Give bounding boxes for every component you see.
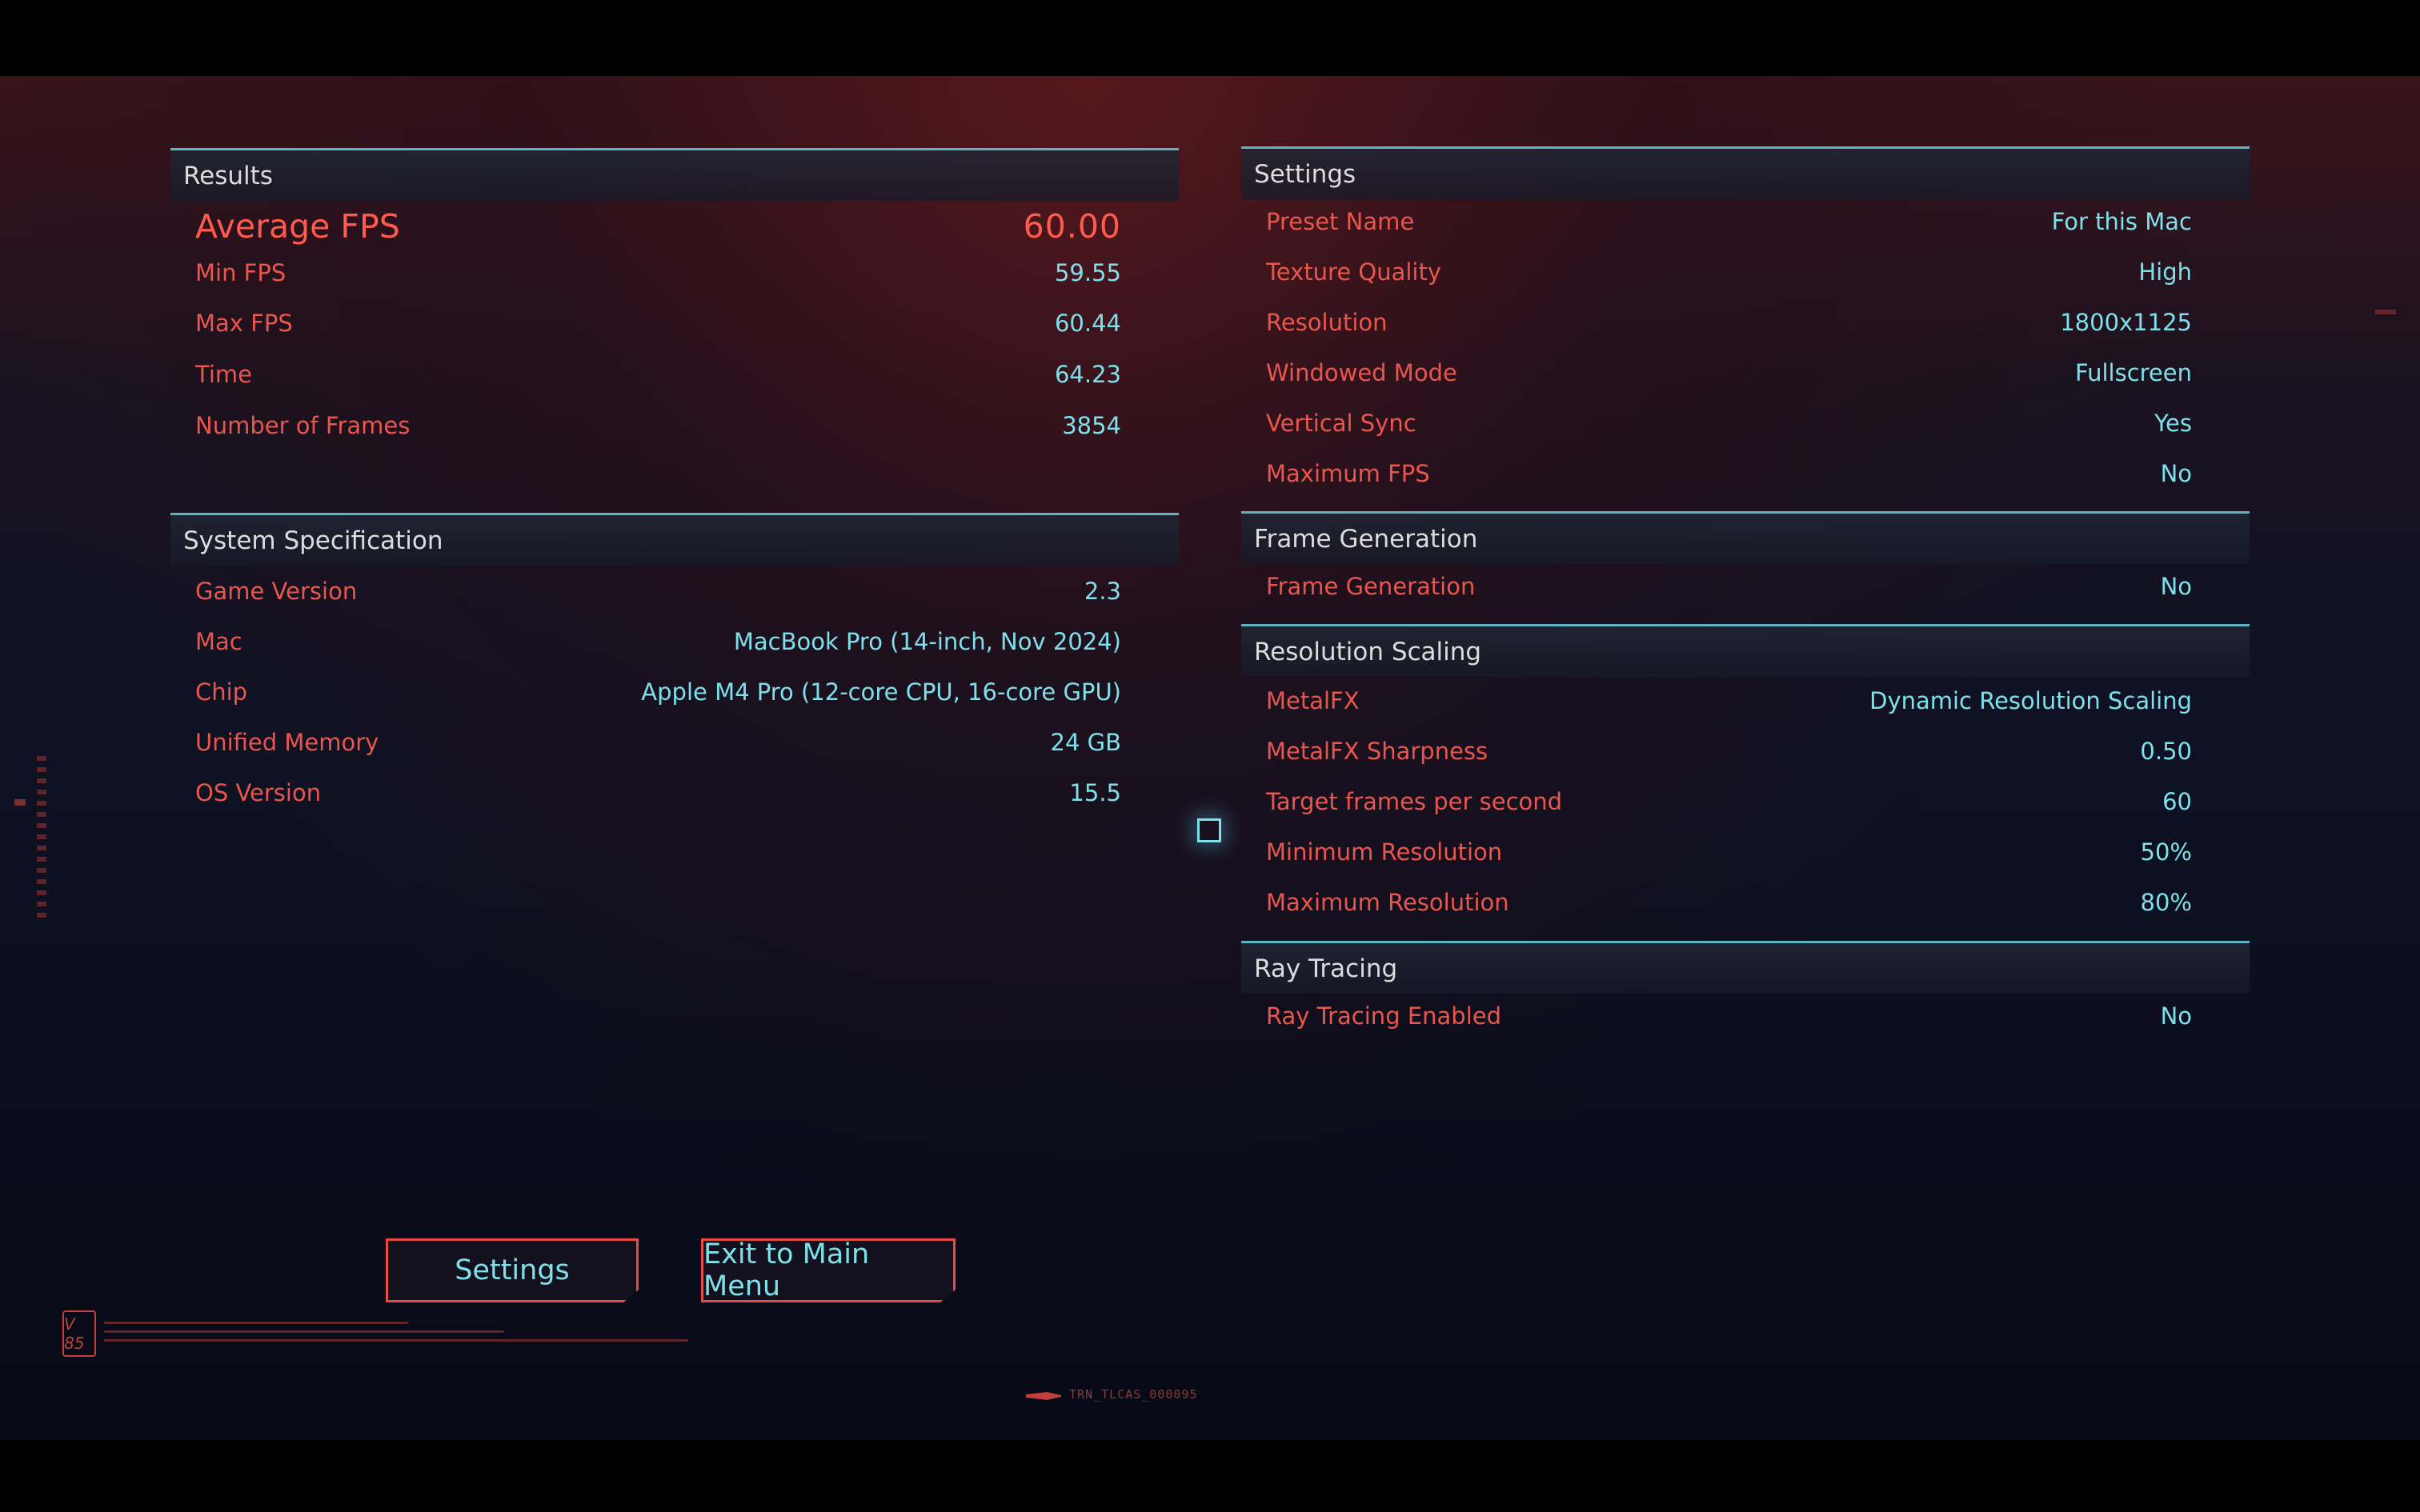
resolution-scaling-row-value: 50%: [2140, 838, 2192, 866]
exit-to-main-menu-button[interactable]: Exit to Main Menu: [701, 1238, 956, 1302]
settings-row-value: For this Mac: [2051, 208, 2192, 235]
resolution-scaling-header-label: Resolution Scaling: [1254, 637, 1482, 666]
results-row-label: Number of Frames: [195, 412, 411, 439]
ray-tracing-row-value: No: [2160, 1002, 2192, 1030]
results-row-value: 59.55: [1054, 259, 1121, 286]
resolution-scaling-row-label: MetalFX: [1266, 687, 1360, 714]
ray-tracing-row-label: Ray Tracing Enabled: [1266, 1002, 1502, 1030]
resolution-scaling-row-label: Minimum Resolution: [1266, 838, 1503, 866]
version-badge-text: V 85: [64, 1314, 85, 1353]
settings-row-label: Windowed Mode: [1266, 359, 1457, 386]
settings-row: Preset Name For this Mac: [1241, 198, 2250, 246]
settings-row: Vertical Sync Yes: [1241, 399, 2250, 447]
system-row-value: 24 GB: [1050, 729, 1122, 756]
results-row-label: Min FPS: [195, 259, 286, 286]
average-fps-label: Average FPS: [195, 207, 400, 246]
resolution-scaling-row-value: 80%: [2140, 889, 2192, 916]
settings-header: Settings: [1241, 146, 2250, 199]
frame-generation-row-value: No: [2160, 573, 2192, 600]
system-row-value: 15.5: [1069, 779, 1121, 806]
frame-generation-row: Frame Generation No: [1241, 562, 2250, 610]
settings-row-label: Vertical Sync: [1266, 410, 1416, 437]
resolution-scaling-row: MetalFX Sharpness 0.50: [1241, 727, 2250, 775]
results-header: Results: [170, 148, 1179, 201]
average-fps-row: Average FPS 60.00: [170, 202, 1179, 250]
system-row-label: Chip: [195, 678, 248, 706]
settings-row: Windowed Mode Fullscreen: [1241, 349, 2250, 397]
resolution-scaling-row-value: 0.50: [2140, 738, 2192, 765]
settings-row-value: High: [2138, 258, 2192, 286]
results-row: Time 64.23: [170, 350, 1179, 398]
system-row: Mac MacBook Pro (14-inch, Nov 2024): [170, 618, 1179, 666]
resolution-scaling-row: Target frames per second 60: [1241, 778, 2250, 826]
frame-generation-header-label: Frame Generation: [1254, 524, 1478, 554]
resolution-scaling-row-value: Dynamic Resolution Scaling: [1869, 687, 2192, 714]
system-row-value: MacBook Pro (14-inch, Nov 2024): [733, 628, 1121, 655]
resolution-scaling-header: Resolution Scaling: [1241, 624, 2250, 677]
resolution-scaling-row-label: Maximum Resolution: [1266, 889, 1509, 916]
results-row-label: Max FPS: [195, 310, 293, 337]
system-spec-header-label: System Specification: [183, 526, 443, 555]
settings-row: Texture Quality High: [1241, 248, 2250, 296]
results-row: Min FPS 59.55: [170, 249, 1179, 297]
system-row-value: Apple M4 Pro (12-core CPU, 16-core GPU): [641, 678, 1121, 706]
cursor-focus-square: [1197, 818, 1221, 842]
ray-tracing-row: Ray Tracing Enabled No: [1241, 992, 2250, 1040]
settings-row-label: Texture Quality: [1266, 258, 1442, 286]
results-row: Number of Frames 3854: [170, 402, 1179, 450]
right-panel: Settings Preset Name For this Mac Textur…: [1241, 146, 2250, 1146]
frame-generation-row-label: Frame Generation: [1266, 573, 1476, 600]
bottom-letterbox: [0, 1440, 2420, 1512]
frame-generation-header: Frame Generation: [1241, 511, 2250, 564]
results-row: Max FPS 60.44: [170, 299, 1179, 347]
side-decoration-tick: [14, 799, 26, 806]
settings-button[interactable]: Settings: [386, 1238, 639, 1302]
resolution-scaling-row-label: MetalFX Sharpness: [1266, 738, 1488, 765]
system-row: OS Version 15.5: [170, 769, 1179, 817]
results-row-value: 3854: [1062, 412, 1121, 439]
system-row-value: 2.3: [1084, 578, 1121, 605]
system-row-label: Game Version: [195, 578, 358, 605]
system-row-label: Unified Memory: [195, 729, 379, 756]
settings-row: Resolution 1800x1125: [1241, 298, 2250, 346]
legal-fine-print: [104, 1322, 688, 1348]
corner-decoration: [2375, 310, 2396, 314]
settings-header-label: Settings: [1254, 159, 1356, 189]
results-header-label: Results: [183, 161, 273, 190]
ray-tracing-header: Ray Tracing: [1241, 941, 2250, 994]
left-panel: Results Average FPS 60.00 Min FPS 59.55 …: [170, 148, 1179, 908]
average-fps-value: 60.00: [1023, 207, 1121, 246]
settings-row-value: Fullscreen: [2075, 359, 2192, 386]
settings-row-label: Resolution: [1266, 309, 1388, 336]
top-letterbox: [0, 0, 2420, 76]
settings-row-value: 1800x1125: [2060, 309, 2192, 336]
resolution-scaling-row: Minimum Resolution 50%: [1241, 828, 2250, 876]
resolution-scaling-row: MetalFX Dynamic Resolution Scaling: [1241, 677, 2250, 725]
build-code-label: TRN_TLCAS_000095: [1069, 1387, 1198, 1402]
results-row-value: 64.23: [1054, 361, 1121, 388]
results-row-label: Time: [195, 361, 252, 388]
system-row: Game Version 2.3: [170, 567, 1179, 615]
settings-row: Maximum FPS No: [1241, 450, 2250, 498]
settings-row-label: Preset Name: [1266, 208, 1415, 235]
benchmark-results-screen: Results Average FPS 60.00 Min FPS 59.55 …: [0, 76, 2420, 1461]
settings-row-value: Yes: [2154, 410, 2192, 437]
settings-row-value: No: [2160, 460, 2192, 487]
resolution-scaling-row-label: Target frames per second: [1266, 788, 1563, 815]
side-decoration-strip: [37, 756, 46, 924]
system-row-label: OS Version: [195, 779, 322, 806]
ray-tracing-header-label: Ray Tracing: [1254, 954, 1398, 983]
system-row-label: Mac: [195, 628, 242, 655]
resolution-scaling-row: Maximum Resolution 80%: [1241, 878, 2250, 926]
system-row: Unified Memory 24 GB: [170, 718, 1179, 766]
system-row: Chip Apple M4 Pro (12-core CPU, 16-core …: [170, 668, 1179, 716]
settings-row-label: Maximum FPS: [1266, 460, 1430, 487]
results-row-value: 60.44: [1054, 310, 1121, 337]
version-badge-logo: V 85: [62, 1310, 96, 1357]
system-spec-header: System Specification: [170, 513, 1179, 566]
resolution-scaling-row-value: 60: [2162, 788, 2192, 815]
